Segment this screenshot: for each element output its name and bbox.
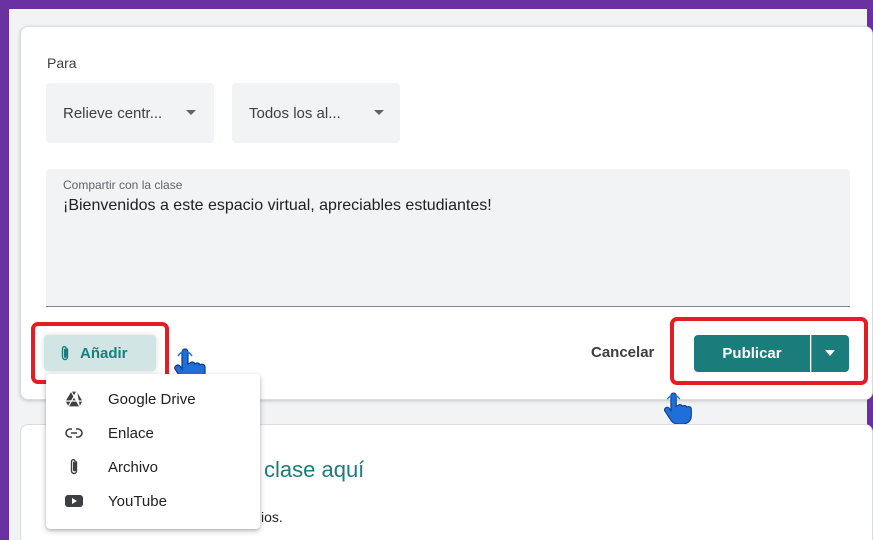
add-button-label: Añadir [80, 344, 128, 362]
class-select[interactable]: Relieve centr... [46, 83, 214, 143]
chevron-down-icon [186, 110, 196, 115]
menu-item-google-drive[interactable]: Google Drive [46, 382, 260, 416]
stream-card-text: ios. [261, 509, 283, 525]
students-select-value: Todos los al... [249, 104, 341, 122]
students-select[interactable]: Todos los al... [232, 83, 400, 143]
publish-options-button[interactable] [811, 335, 849, 372]
menu-item-label: Archivo [108, 459, 159, 476]
chevron-down-icon [374, 110, 384, 115]
paperclip-icon [64, 458, 84, 476]
publish-button[interactable]: Publicar [694, 335, 810, 372]
menu-item-label: Enlace [108, 425, 154, 442]
add-attachment-button[interactable]: Añadir [44, 335, 156, 371]
class-select-value: Relieve centr... [63, 104, 163, 122]
share-textarea[interactable]: Compartir con la clase ¡Bienvenidos a es… [46, 169, 850, 307]
share-field-label: Compartir con la clase [63, 178, 183, 192]
stream-card-heading: clase aquí [264, 457, 365, 482]
menu-item-file[interactable]: Archivo [46, 450, 260, 484]
pointer-hand-icon [664, 392, 692, 425]
menu-item-label: Google Drive [108, 391, 196, 408]
to-label: Para [47, 55, 77, 71]
paperclip-icon [61, 345, 69, 360]
google-drive-icon [64, 390, 84, 408]
chevron-down-icon [825, 350, 835, 356]
attach-menu: Google Drive Enlace Archivo YouTube [46, 374, 260, 529]
link-icon [64, 424, 84, 442]
menu-item-label: YouTube [108, 493, 167, 510]
share-field-value: ¡Bienvenidos a este espacio virtual, apr… [63, 197, 492, 214]
youtube-icon [64, 492, 84, 510]
menu-item-youtube[interactable]: YouTube [46, 484, 260, 518]
menu-item-link[interactable]: Enlace [46, 416, 260, 450]
cancel-button[interactable]: Cancelar [591, 344, 654, 361]
